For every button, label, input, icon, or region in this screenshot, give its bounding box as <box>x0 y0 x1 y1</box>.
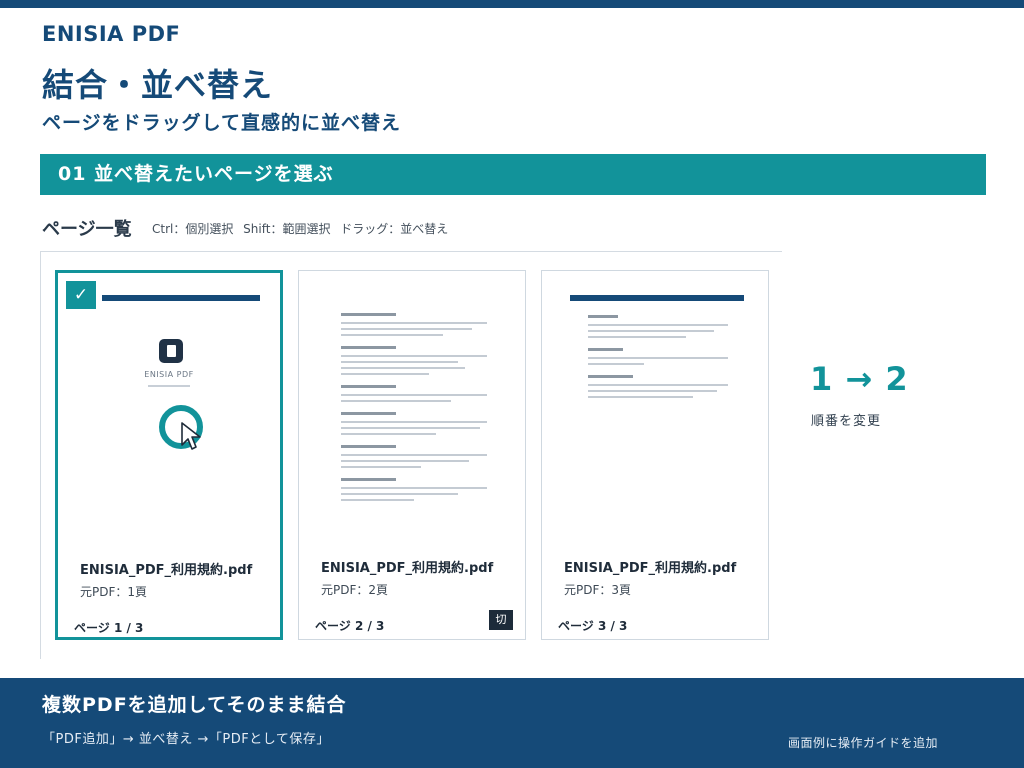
thumbnail-header-bar <box>570 295 744 301</box>
order-change-indicator: 1 → 2 <box>810 360 909 398</box>
mouse-pointer-icon <box>181 422 201 450</box>
footer-title: 複数PDFを追加してそのまま結合 <box>42 694 347 716</box>
document-logo-icon <box>159 339 183 363</box>
page-list-shortcut-hints: Ctrl：個別選択 Shift：範囲選択 ドラッグ：並べ替え <box>152 222 449 236</box>
card-file-name: ENISIA_PDF_利用規約.pdf <box>321 561 494 576</box>
brand-name: ENISIA PDF <box>42 22 181 46</box>
footer-workflow: 「PDF追加」→ 並べ替え →「PDFとして保存」 <box>42 732 330 747</box>
thumbnail-header-bar <box>102 295 260 301</box>
page-list-heading: ページ一覧 <box>42 219 132 240</box>
thumbnail-text-lines <box>341 313 487 505</box>
thumbnail-text-lines <box>588 315 728 402</box>
card-page-number: ページ 1 / 3 <box>74 621 144 635</box>
cut-badge[interactable]: 切 <box>489 610 513 630</box>
page-card-3[interactable]: ENISIA_PDF_利用規約.pdf 元PDF：3頁 ページ 3 / 3 <box>541 270 769 640</box>
card-file-name: ENISIA_PDF_利用規約.pdf <box>80 563 253 578</box>
selected-check-icon[interactable]: ✓ <box>66 281 96 309</box>
page-card-2[interactable]: ENISIA_PDF_利用規約.pdf 元PDF：2頁 ページ 2 / 3 切 <box>298 270 526 640</box>
thumbnail-logo-text: ENISIA PDF <box>144 370 194 379</box>
order-change-label: 順番を変更 <box>811 414 882 429</box>
step-banner: 01 並べ替えたいページを選ぶ <box>40 154 986 195</box>
card-file-name: ENISIA_PDF_利用規約.pdf <box>564 561 737 576</box>
page-subtitle: ページをドラッグして直感的に並べ替え <box>42 112 402 134</box>
card-origin-page: 元PDF：1頁 <box>80 585 148 599</box>
card-origin-page: 元PDF：3頁 <box>564 583 632 597</box>
footer-note: 画面例に操作ガイドを追加 <box>787 736 938 750</box>
page-title: 結合・並べ替え <box>42 66 274 104</box>
card-origin-page: 元PDF：2頁 <box>321 583 389 597</box>
top-accent-bar <box>0 0 1024 8</box>
footer-band: 複数PDFを追加してそのまま結合 「PDF追加」→ 並べ替え →「PDFとして保… <box>0 678 1024 768</box>
card-page-number: ページ 2 / 3 <box>315 619 385 633</box>
card-page-number: ページ 3 / 3 <box>558 619 628 633</box>
thumbnail-tagline <box>148 385 190 387</box>
page-card-1[interactable]: ✓ ENISIA PDF ENISIA_PDF_利用規約.pdf 元PDF：1頁… <box>55 270 283 640</box>
